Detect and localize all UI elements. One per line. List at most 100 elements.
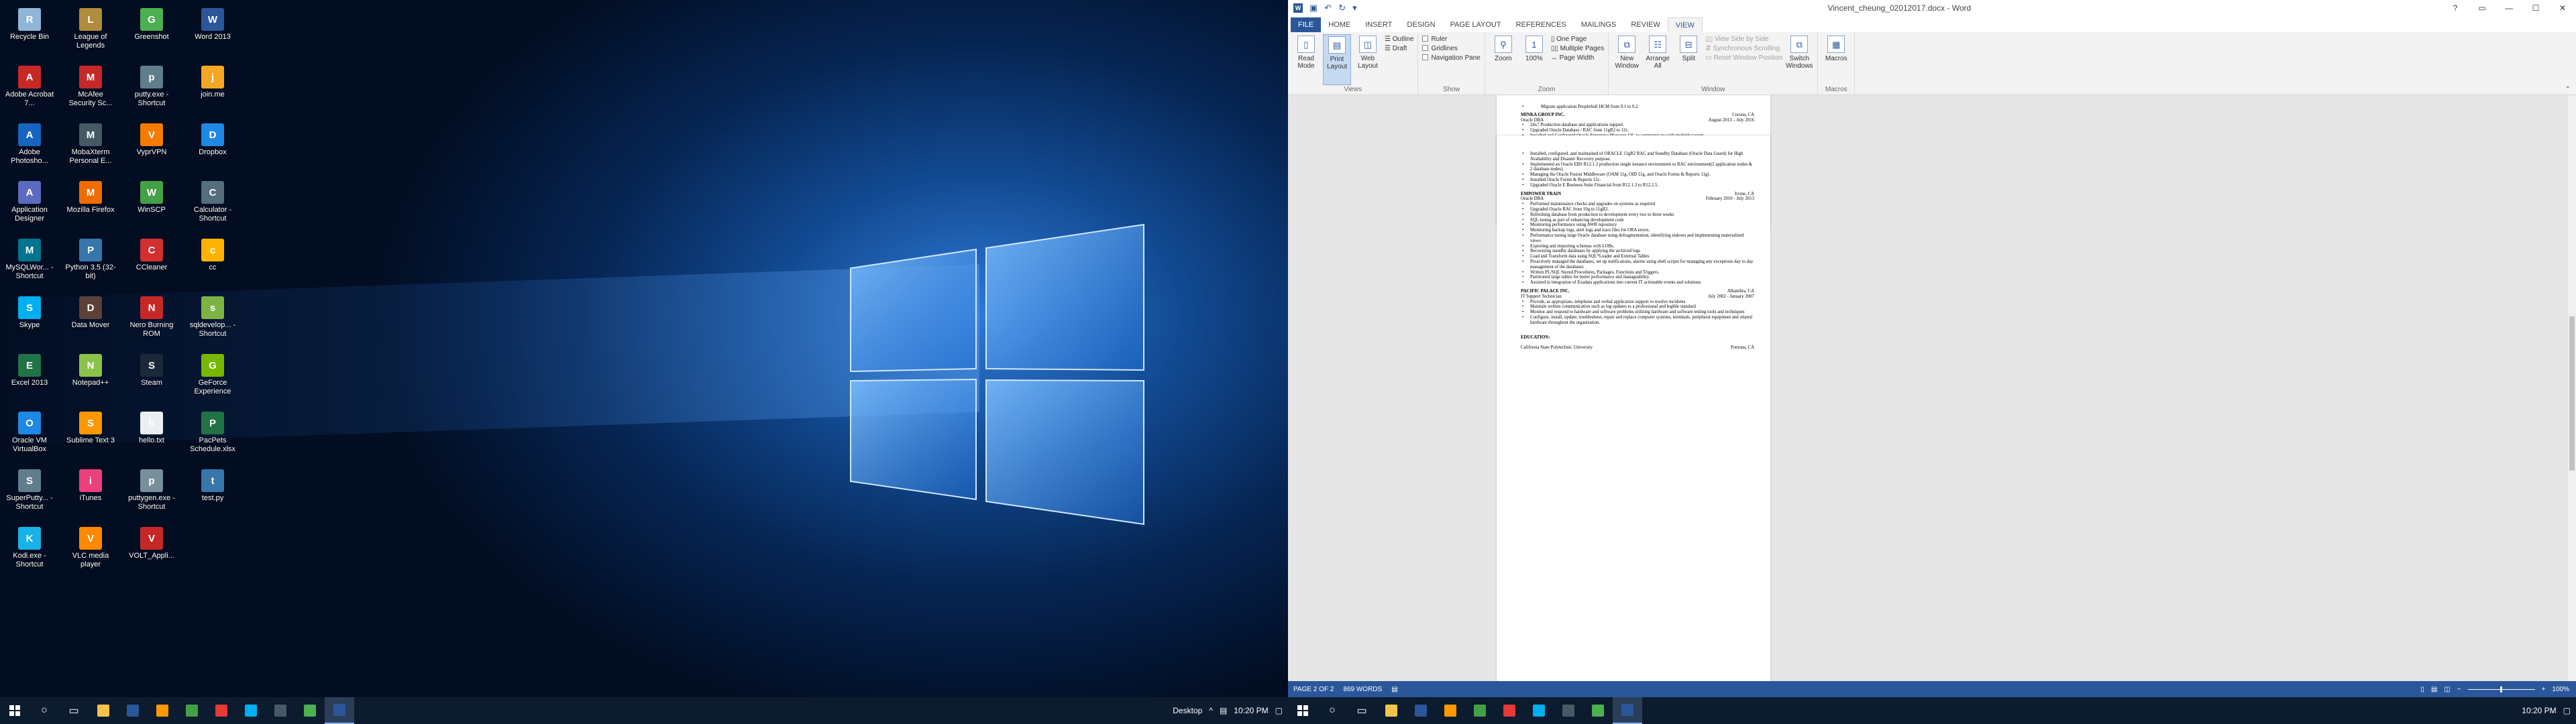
multiple-pages-button[interactable]: ▯▯ Multiple Pages xyxy=(1551,45,1604,52)
scroll-thumb[interactable] xyxy=(2569,316,2575,471)
desktop-icon[interactable]: P PacPets Schedule.xlsx xyxy=(186,406,239,464)
clock-left[interactable]: 10:20 PM xyxy=(1234,706,1268,716)
taskbar-app-button[interactable] xyxy=(89,697,118,724)
taskbar-app-button[interactable] xyxy=(177,697,207,724)
split-button[interactable]: ⊟ Split xyxy=(1674,34,1703,85)
redo-icon[interactable]: ↻ xyxy=(1338,3,1346,13)
desktop-icon[interactable]: K Kodi.exe - Shortcut xyxy=(3,522,56,579)
desktop-icon[interactable]: p putty.exe - Shortcut xyxy=(125,60,178,118)
taskbar-app-button[interactable] xyxy=(295,697,325,724)
desktop-icon[interactable]: D Dropbox xyxy=(186,118,239,176)
desktop-icon[interactable]: M MySQLWor... - Shortcut xyxy=(3,233,56,291)
taskbar-app-button[interactable] xyxy=(207,697,236,724)
view-side-by-side-button[interactable]: ▯▯ View Side by Side xyxy=(1705,36,1782,43)
desktop-icon[interactable]: t test.py xyxy=(186,464,239,522)
desktop-icon[interactable]: V VyprVPN xyxy=(125,118,178,176)
collapse-ribbon-icon[interactable]: ⌃ xyxy=(2565,86,2571,93)
desktop-icon[interactable]: C CCleaner xyxy=(125,233,178,291)
desktop-icon[interactable]: L League of Legends xyxy=(64,3,117,60)
desktop-icon[interactable]: G Greenshot xyxy=(125,3,178,60)
desktop-icon[interactable]: C Calculator - Shortcut xyxy=(186,176,239,233)
desktop-icon[interactable]: O Oracle VM VirtualBox xyxy=(3,406,56,464)
task-view-button-right[interactable]: ▭ xyxy=(1347,697,1377,724)
tab-mailings[interactable]: MAILINGS xyxy=(1574,17,1624,32)
desktop-icon[interactable]: N Notepad++ xyxy=(64,349,117,406)
zoom-slider-thumb[interactable] xyxy=(2500,686,2502,692)
zoom-slider[interactable] xyxy=(2467,686,2535,692)
desktop-icon[interactable]: S Steam xyxy=(125,349,178,406)
web-layout-view-icon[interactable]: ◫ xyxy=(2444,686,2450,693)
clock-right[interactable]: 10:20 PM xyxy=(2522,706,2556,716)
proofing-icon[interactable]: ▤ xyxy=(1391,686,1397,693)
tab-insert[interactable]: INSERT xyxy=(1358,17,1399,32)
taskbar-app-button[interactable] xyxy=(148,697,177,724)
desktop-icon[interactable]: A Adobe Photosho... xyxy=(3,118,56,176)
desktop-icon[interactable]: A Application Designer xyxy=(3,176,56,233)
taskbar-app-button[interactable] xyxy=(1436,697,1465,724)
taskbar-app-button[interactable] xyxy=(1583,697,1613,724)
desktop-icon[interactable]: A Adobe Acrobat 7... xyxy=(3,60,56,118)
read-mode-button[interactable]: ▯ Read Mode xyxy=(1292,34,1320,85)
search-button[interactable]: ○ xyxy=(30,697,59,724)
macros-button[interactable]: ▦ Macros xyxy=(1822,34,1850,85)
desktop-icon[interactable]: G GeForce Experience xyxy=(186,349,239,406)
arrange-all-button[interactable]: ☷ Arrange All xyxy=(1644,34,1672,85)
notification-icon[interactable]: ▢ xyxy=(1275,706,1283,715)
save-icon[interactable]: ▣ xyxy=(1309,3,1318,13)
zoom-in-icon[interactable]: + xyxy=(2542,686,2546,693)
ribbon-display-button[interactable]: ▭ xyxy=(2469,0,2496,16)
ruler-checkbox[interactable]: Ruler xyxy=(1422,36,1480,43)
desktop-icon[interactable]: p puttygen.exe - Shortcut xyxy=(125,464,178,522)
close-button[interactable]: ✕ xyxy=(2549,0,2576,16)
zoom-100-button[interactable]: 1 100% xyxy=(1520,34,1548,85)
tab-review[interactable]: REVIEW xyxy=(1623,17,1667,32)
page-width-button[interactable]: ↔ Page Width xyxy=(1551,54,1604,62)
print-layout-button[interactable]: ▤ Print Layout xyxy=(1323,34,1351,85)
taskbar-app-button[interactable] xyxy=(1406,697,1436,724)
desktop-icon[interactable]: S Sublime Text 3 xyxy=(64,406,117,464)
one-page-button[interactable]: ▯ One Page xyxy=(1551,36,1604,43)
desktop-icon[interactable]: V VLC media player xyxy=(64,522,117,579)
task-view-button[interactable]: ▭ xyxy=(59,697,89,724)
vertical-scrollbar[interactable] xyxy=(2567,95,2576,681)
reset-window-position-button[interactable]: ▭ Reset Window Position xyxy=(1705,54,1782,62)
tab-page-layout[interactable]: PAGE LAYOUT xyxy=(1443,17,1509,32)
desktop-icon[interactable]: W WinSCP xyxy=(125,176,178,233)
desktop-icon[interactable]: V VOLT_Appli... xyxy=(125,522,178,579)
desktop-icon[interactable]: N Nero Burning ROM xyxy=(125,291,178,349)
taskbar-app-button[interactable] xyxy=(1377,697,1406,724)
tab-design[interactable]: DESIGN xyxy=(1399,17,1442,32)
taskbar-app-button[interactable] xyxy=(1495,697,1524,724)
desktop-icon[interactable]: M MobaXterm Personal E... xyxy=(64,118,117,176)
desktop-icon[interactable]: M Mozilla Firefox xyxy=(64,176,117,233)
navigation-pane-checkbox[interactable]: Navigation Pane xyxy=(1422,54,1481,62)
desktop-icon[interactable]: E Excel 2013 xyxy=(3,349,56,406)
switch-windows-button[interactable]: ⧉ Switch Windows xyxy=(1785,34,1813,85)
taskbar-app-button[interactable] xyxy=(1613,697,1642,724)
zoom-level[interactable]: 100% xyxy=(2552,686,2569,693)
taskbar-app-button[interactable] xyxy=(325,697,354,724)
desktop-toolbar-label[interactable]: Desktop xyxy=(1173,706,1202,715)
outline-button[interactable]: ☰ Outline xyxy=(1385,36,1413,43)
desktop-icon[interactable]: S SuperPutty... - Shortcut xyxy=(3,464,56,522)
print-layout-view-icon[interactable]: ▤ xyxy=(2431,686,2437,693)
desktop-icon[interactable]: M McAfee Security Sc... xyxy=(64,60,117,118)
document-canvas[interactable]: Migrate application PeopleSoft HCM from … xyxy=(1288,95,2576,681)
desktop-icon[interactable]: s sqldevelop... - Shortcut xyxy=(186,291,239,349)
minimize-button[interactable]: — xyxy=(2496,0,2522,16)
tab-references[interactable]: REFERENCES xyxy=(1509,17,1574,32)
undo-icon[interactable]: ↶ xyxy=(1324,3,1332,13)
zoom-out-icon[interactable]: − xyxy=(2457,686,2461,693)
desktop-icon[interactable]: D Data Mover xyxy=(64,291,117,349)
desktop-icon[interactable]: i iTunes xyxy=(64,464,117,522)
taskbar-app-button[interactable] xyxy=(236,697,266,724)
read-mode-view-icon[interactable]: ▯ xyxy=(2420,686,2424,693)
page-count[interactable]: PAGE 2 OF 2 xyxy=(1293,686,1334,693)
desktop-icon[interactable]: c cc xyxy=(186,233,239,291)
desktop-icon[interactable]: S Skype xyxy=(3,291,56,349)
desktop-icon[interactable]: P Python 3.5 (32-bit) xyxy=(64,233,117,291)
taskbar-app-button[interactable] xyxy=(1465,697,1495,724)
taskbar-app-button[interactable] xyxy=(118,697,148,724)
synchronous-scrolling-button[interactable]: ⇵ Synchronous Scrolling xyxy=(1705,45,1782,52)
desktop-icon[interactable]: j join.me xyxy=(186,60,239,118)
